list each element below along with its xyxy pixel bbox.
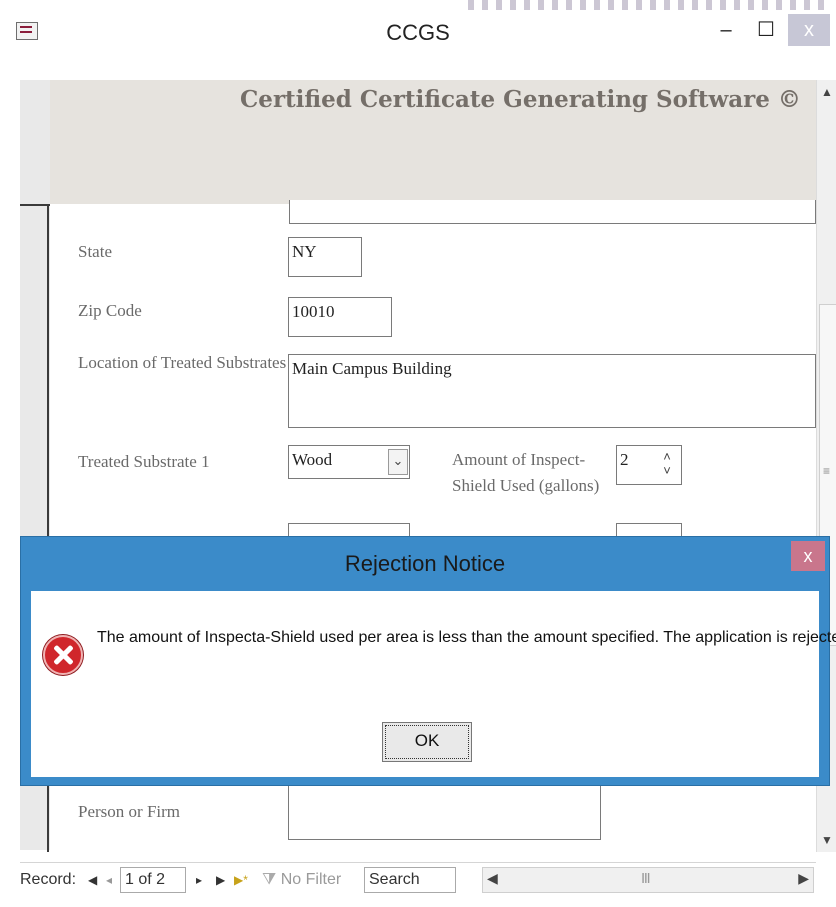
background-window-edge [468,0,828,10]
location-field[interactable]: Main Campus Building [288,354,816,428]
form-header: Certified Certificate Generating Softwar… [50,80,816,204]
spin-down-icon[interactable]: ˅ [658,464,676,478]
form-header-title: Certified Certificate Generating Softwar… [240,86,801,113]
current-record-field[interactable]: 1 of 2 [120,867,186,893]
scroll-up-icon[interactable]: ▲ [820,84,834,100]
chevron-down-icon[interactable]: ⌄ [388,449,408,475]
amount-label-line2: Shield Used (gallons) [452,476,600,495]
location-label: Location of Treated Substrates [78,353,287,372]
state-field[interactable]: NY [288,237,362,277]
scroll-left-icon[interactable]: ◀ [487,870,498,887]
horizontal-scrollbar[interactable]: ◀ Ⅲ ▶ [482,867,814,893]
amount-label-line1: Amount of Inspect- [452,450,586,469]
close-button[interactable]: x [788,14,830,46]
minimize-button[interactable]: – [706,14,746,46]
dialog-message: The amount of Inspecta-Shield used per a… [97,629,836,646]
top-strip [0,0,836,10]
scroll-down-icon[interactable]: ▼ [820,832,834,848]
person-or-firm-field[interactable] [288,786,601,840]
ok-button[interactable]: OK [382,722,472,762]
address-field[interactable] [289,200,816,224]
spin-up-icon[interactable]: ˄ [658,450,676,464]
rejection-dialog: Rejection Notice x The amount of Inspect… [20,536,836,786]
first-record-icon[interactable]: ◀ [88,873,97,887]
dialog-close-button[interactable]: x [791,541,825,571]
scroll-right-icon[interactable]: ▶ [798,870,809,887]
search-input[interactable]: Search [364,867,456,893]
previous-record-icon[interactable]: ◂ [106,873,112,887]
maximize-button[interactable]: ☐ [746,14,786,46]
new-record-icon[interactable]: ▶* [234,873,248,887]
last-record-icon[interactable]: ▶ [216,873,225,887]
state-label: State [78,242,112,261]
zip-code-label: Zip Code [78,301,142,320]
zip-code-field[interactable]: 10010 [288,297,392,337]
filter-icon: ⧩ [262,871,277,888]
record-label: Record: [20,871,77,888]
record-navigation-bar: Record: ◀ ◂ 1 of 2 ▸ ▶ ▶* ⧩ No Filter Se… [20,862,816,899]
no-filter-button[interactable]: ⧩ No Filter [262,871,341,889]
dialog-body: The amount of Inspecta-Shield used per a… [31,591,836,777]
next-record-icon[interactable]: ▸ [196,873,202,887]
no-filter-label: No Filter [280,871,342,888]
dialog-title: Rejection Notice [344,551,506,576]
substrate1-label: Treated Substrate 1 [78,452,210,471]
error-icon [43,635,83,675]
scroll-grip-icon: Ⅲ [641,870,651,886]
scroll-grip-icon: ≡ [823,464,831,478]
person-or-firm-label: Person or Firm [78,802,180,821]
detail-section-divider [20,204,50,210]
